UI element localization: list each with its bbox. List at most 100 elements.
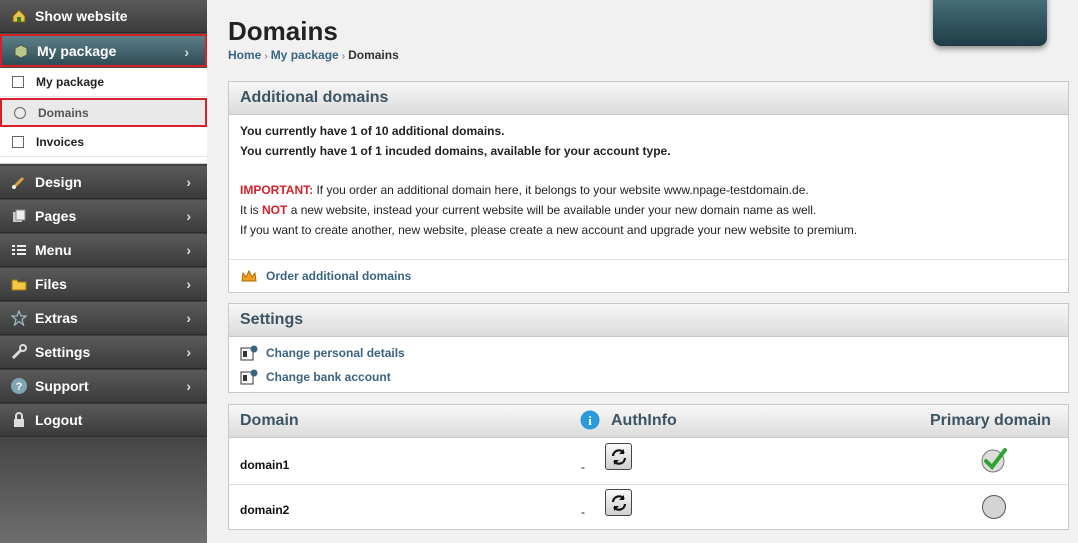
column-header-primary-domain: Primary domain: [930, 412, 1051, 429]
nav-label: Menu: [35, 242, 72, 258]
submenu-label: Invoices: [36, 135, 85, 149]
help-icon: ?: [9, 376, 29, 396]
star-icon: [9, 308, 29, 328]
svg-text:i: i: [588, 413, 592, 428]
chevron-right-icon: ›: [186, 174, 191, 190]
nav-label: My package: [37, 42, 117, 59]
text-segment: It is: [240, 203, 263, 217]
svg-text:?: ?: [16, 381, 23, 393]
brush-icon: [9, 172, 29, 192]
globe-icon: [14, 106, 26, 119]
settings-panel: Settings Change personal details Change …: [228, 303, 1069, 393]
nav-pages[interactable]: Pages ›: [0, 200, 207, 233]
house-icon: [9, 6, 29, 26]
domain-name-cell: domain2: [240, 503, 290, 517]
refresh-icon: [611, 494, 626, 511]
chevron-right-icon: ›: [186, 310, 191, 326]
lock-icon: [9, 410, 29, 430]
link-label: Change bank account: [266, 370, 391, 384]
nav-design[interactable]: Design ›: [0, 166, 207, 199]
chevron-right-icon: ›: [186, 276, 191, 292]
nav-show-website[interactable]: Show website: [0, 0, 207, 33]
chevron-right-icon: ›: [186, 378, 191, 394]
pages-icon: [9, 206, 29, 226]
main-content: Domains Home › My package › Domains Addition…: [207, 0, 1078, 543]
package-icon: [11, 41, 31, 61]
folder-icon: [9, 274, 29, 294]
change-personal-details-link[interactable]: Change personal details: [240, 345, 405, 361]
breadcrumb-my-package[interactable]: My package: [271, 48, 339, 62]
refresh-authinfo-button[interactable]: [605, 443, 632, 470]
breadcrumb: Home › My package › Domains: [228, 48, 399, 62]
submenu: My package Domains Invoices: [0, 68, 207, 164]
authinfo-cell: -: [581, 505, 585, 519]
box-outline-icon: [12, 76, 24, 88]
menu-icon: [9, 240, 29, 260]
nav-logout[interactable]: Logout: [0, 404, 207, 437]
nav-menu[interactable]: Menu ›: [0, 234, 207, 267]
submenu-item-invoices[interactable]: Invoices: [0, 128, 207, 157]
link-label: Change personal details: [266, 346, 405, 360]
set-primary-radio-icon[interactable]: [981, 494, 1007, 523]
important-notice: IMPORTANT: If you order an additional do…: [229, 180, 1068, 200]
text-segment: a new website, instead your current webs…: [287, 203, 817, 217]
edit-card-icon: [240, 345, 258, 361]
link-label: Order additional domains: [266, 269, 412, 283]
not-word: NOT: [262, 203, 288, 217]
important-label: IMPORTANT:: [240, 183, 314, 197]
chevron-right-icon: ›: [186, 344, 191, 360]
domain-name-cell: domain1: [240, 458, 290, 472]
nav-label: Extras: [35, 310, 78, 326]
invoice-icon: [12, 136, 24, 148]
column-header-authinfo: AuthInfo: [611, 412, 677, 429]
nav-files[interactable]: Files ›: [0, 268, 207, 301]
nav-label: Support: [35, 378, 89, 394]
nav-extras[interactable]: Extras ›: [0, 302, 207, 335]
order-domains-link[interactable]: Order additional domains: [240, 268, 411, 284]
column-header-domain: Domain: [240, 412, 299, 429]
chevron-right-icon: ›: [186, 242, 191, 258]
not-new-website-text: It is NOT a new website, instead your cu…: [229, 200, 1068, 220]
primary-domain-check-icon[interactable]: [980, 446, 1008, 477]
nav-support[interactable]: ? Support ›: [0, 370, 207, 403]
panel-heading: Additional domains: [229, 82, 1068, 115]
change-bank-account-link[interactable]: Change bank account: [240, 369, 391, 385]
panel-heading: Settings: [229, 304, 1068, 337]
divider: [229, 259, 1068, 260]
nav-label: Settings: [35, 344, 91, 360]
sidebar: Show website My package › My package Dom…: [0, 0, 207, 543]
additional-count-text: You currently have 1 of 10 additional do…: [240, 124, 505, 138]
crown-icon: [240, 268, 258, 284]
edit-card-icon: [240, 369, 258, 385]
nav-label: Pages: [35, 208, 77, 224]
package-box-graphic: [933, 0, 1047, 46]
refresh-authinfo-button[interactable]: [605, 489, 632, 516]
breadcrumb-home[interactable]: Home: [228, 48, 261, 62]
create-account-text: If you want to create another, new websi…: [240, 223, 858, 237]
breadcrumb-separator: ›: [341, 51, 346, 62]
domains-table: Domain i AuthInfo Primary domain domain1…: [228, 404, 1069, 530]
info-icon[interactable]: i: [580, 410, 600, 433]
nav-my-package[interactable]: My package ›: [0, 34, 207, 67]
additional-domains-panel: Additional domains You currently have 1 …: [228, 81, 1069, 293]
row-divider: [229, 484, 1068, 485]
submenu-label: My package: [36, 75, 105, 89]
breadcrumb-separator: ›: [264, 51, 268, 62]
refresh-icon: [611, 448, 626, 465]
included-count-text: You currently have 1 of 1 incuded domain…: [240, 144, 671, 158]
chevron-right-icon: ›: [186, 208, 191, 224]
nav-label: Files: [35, 276, 67, 292]
submenu-item-domains[interactable]: Domains: [0, 98, 207, 127]
nav-settings[interactable]: Settings ›: [0, 336, 207, 369]
submenu-label: Domains: [38, 105, 89, 120]
authinfo-cell: -: [581, 460, 585, 474]
nav-label: Design: [35, 174, 82, 190]
important-text: If you order an additional domain here, …: [313, 183, 809, 197]
nav-label: Logout: [35, 412, 83, 428]
chevron-right-icon: ›: [184, 44, 189, 60]
submenu-item-my-package[interactable]: My package: [0, 68, 207, 97]
wrench-icon: [9, 342, 29, 362]
page-title: Domains: [228, 16, 338, 46]
nav-label: Show website: [35, 8, 128, 24]
breadcrumb-current: Domains: [348, 48, 399, 62]
